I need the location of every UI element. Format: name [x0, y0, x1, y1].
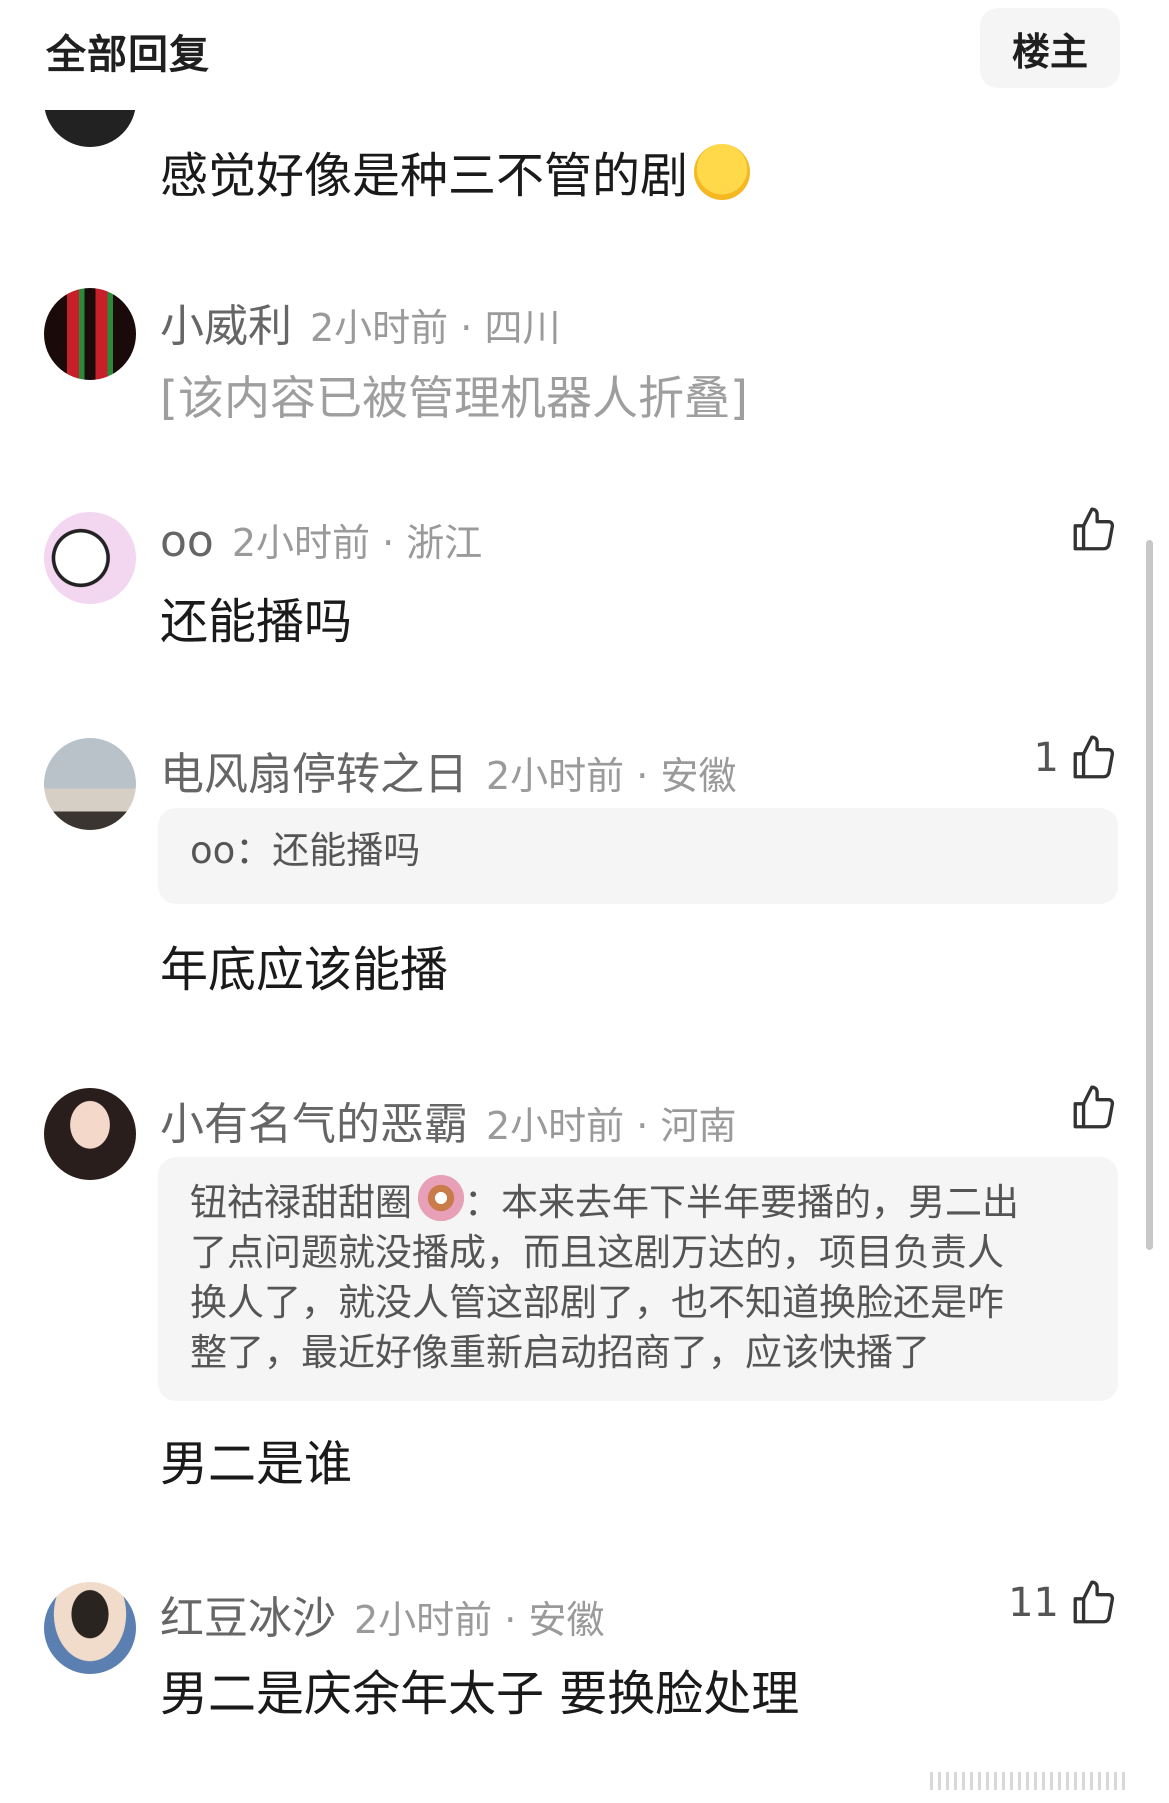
- relieved-face-emoji: [694, 144, 751, 200]
- comment-location: 浙江: [406, 521, 483, 565]
- like-button[interactable]: 1: [1034, 733, 1119, 783]
- quoted-line: 钮祜禄甜甜圈 ：本来去年下半年要播的，男二出: [190, 1175, 1086, 1228]
- quoted-author[interactable]: oo: [190, 829, 235, 872]
- username[interactable]: 小有名气的恶霸: [160, 1099, 468, 1150]
- quoted-reply[interactable]: 钮祜禄甜甜圈 ：本来去年下半年要播的，男二出 了点问题就没播成，而且这剧万达的，项…: [158, 1157, 1118, 1401]
- quote-separator: ：: [235, 829, 273, 872]
- username[interactable]: 红豆冰沙: [160, 1593, 336, 1644]
- home-indicator: [930, 1772, 1130, 1790]
- avatar[interactable]: [44, 512, 136, 604]
- quoted-line: 整了，最近好像重新启动招商了，应该快播了: [190, 1331, 930, 1374]
- like-button[interactable]: [1059, 1083, 1119, 1133]
- quoted-author[interactable]: 钮祜禄甜甜圈: [190, 1181, 412, 1224]
- comment-time: 2小时前: [354, 1598, 493, 1642]
- thumbs-up-icon: [1073, 735, 1115, 779]
- like-button[interactable]: [1059, 505, 1119, 555]
- thumbs-up-icon: [1073, 1580, 1115, 1624]
- avatar[interactable]: [44, 1088, 136, 1180]
- meta-separator: ·: [624, 1104, 661, 1148]
- folded-notice: [该内容已被管理机器人折叠]: [160, 371, 748, 425]
- comment-meta: 电风扇停转之日 2小时前 · 安徽: [160, 738, 736, 802]
- like-count: 11: [1008, 1580, 1059, 1626]
- comment-location: 河南: [660, 1104, 737, 1148]
- meta-separator: ·: [624, 754, 661, 798]
- comment-meta: 红豆冰沙 2小时前 · 安徽: [160, 1582, 604, 1646]
- like-button[interactable]: 11: [1008, 1578, 1119, 1628]
- header: 全部回复 楼主: [0, 0, 1169, 110]
- username[interactable]: 电风扇停转之日: [160, 749, 468, 800]
- comment-time: 2小时前: [231, 521, 371, 565]
- avatar[interactable]: [44, 738, 136, 830]
- avatar[interactable]: [44, 1582, 136, 1674]
- comment-text: 男二是庆余年太子 要换脸处理: [160, 1666, 800, 1722]
- comment-text: 年底应该能播: [160, 942, 449, 998]
- quote-separator: ：: [464, 1181, 501, 1224]
- comment-meta: 小威利 2小时前 · 四川: [160, 290, 560, 354]
- meta-separator: ·: [492, 1598, 529, 1642]
- comment-meta: 小有名气的恶霸 2小时前 · 河南: [160, 1088, 736, 1152]
- doughnut-emoji: [418, 1175, 464, 1221]
- comment-meta: oo 2小时前 · 浙江: [160, 512, 482, 567]
- comment-text: 感觉好像是种三不管的剧: [160, 136, 751, 206]
- comment-time: 2小时前: [310, 306, 449, 350]
- avatar[interactable]: [44, 288, 136, 380]
- comment-location: 安徽: [660, 754, 737, 798]
- comment-location: 四川: [484, 306, 561, 350]
- quoted-line: 换人了，就没人管这部剧了，也不知道换脸还是咋: [190, 1281, 1004, 1324]
- quoted-line: 了点问题就没播成，而且这剧万达的，项目负责人: [190, 1231, 1004, 1274]
- quoted-reply[interactable]: oo：还能播吗: [158, 808, 1118, 904]
- comment-time: 2小时前: [486, 754, 625, 798]
- thumbs-up-icon: [1073, 507, 1115, 551]
- comment-text: 还能播吗: [160, 594, 353, 650]
- meta-separator: ·: [448, 306, 485, 350]
- comment-time: 2小时前: [486, 1104, 625, 1148]
- comment-location: 安徽: [528, 1598, 605, 1642]
- thumbs-up-icon: [1073, 1085, 1115, 1129]
- username[interactable]: 小威利: [160, 301, 292, 352]
- like-count: 1: [1033, 735, 1059, 781]
- quoted-text: 还能播吗: [272, 829, 421, 872]
- quoted-text: 本来去年下半年要播的，男二出: [501, 1181, 1019, 1224]
- username[interactable]: oo: [160, 516, 214, 567]
- page-title: 全部回复: [46, 32, 210, 78]
- comment-text: 男二是谁: [160, 1436, 353, 1492]
- op-only-filter-button[interactable]: 楼主: [980, 8, 1120, 88]
- meta-separator: ·: [370, 521, 407, 565]
- scrollbar[interactable]: [1146, 540, 1153, 1250]
